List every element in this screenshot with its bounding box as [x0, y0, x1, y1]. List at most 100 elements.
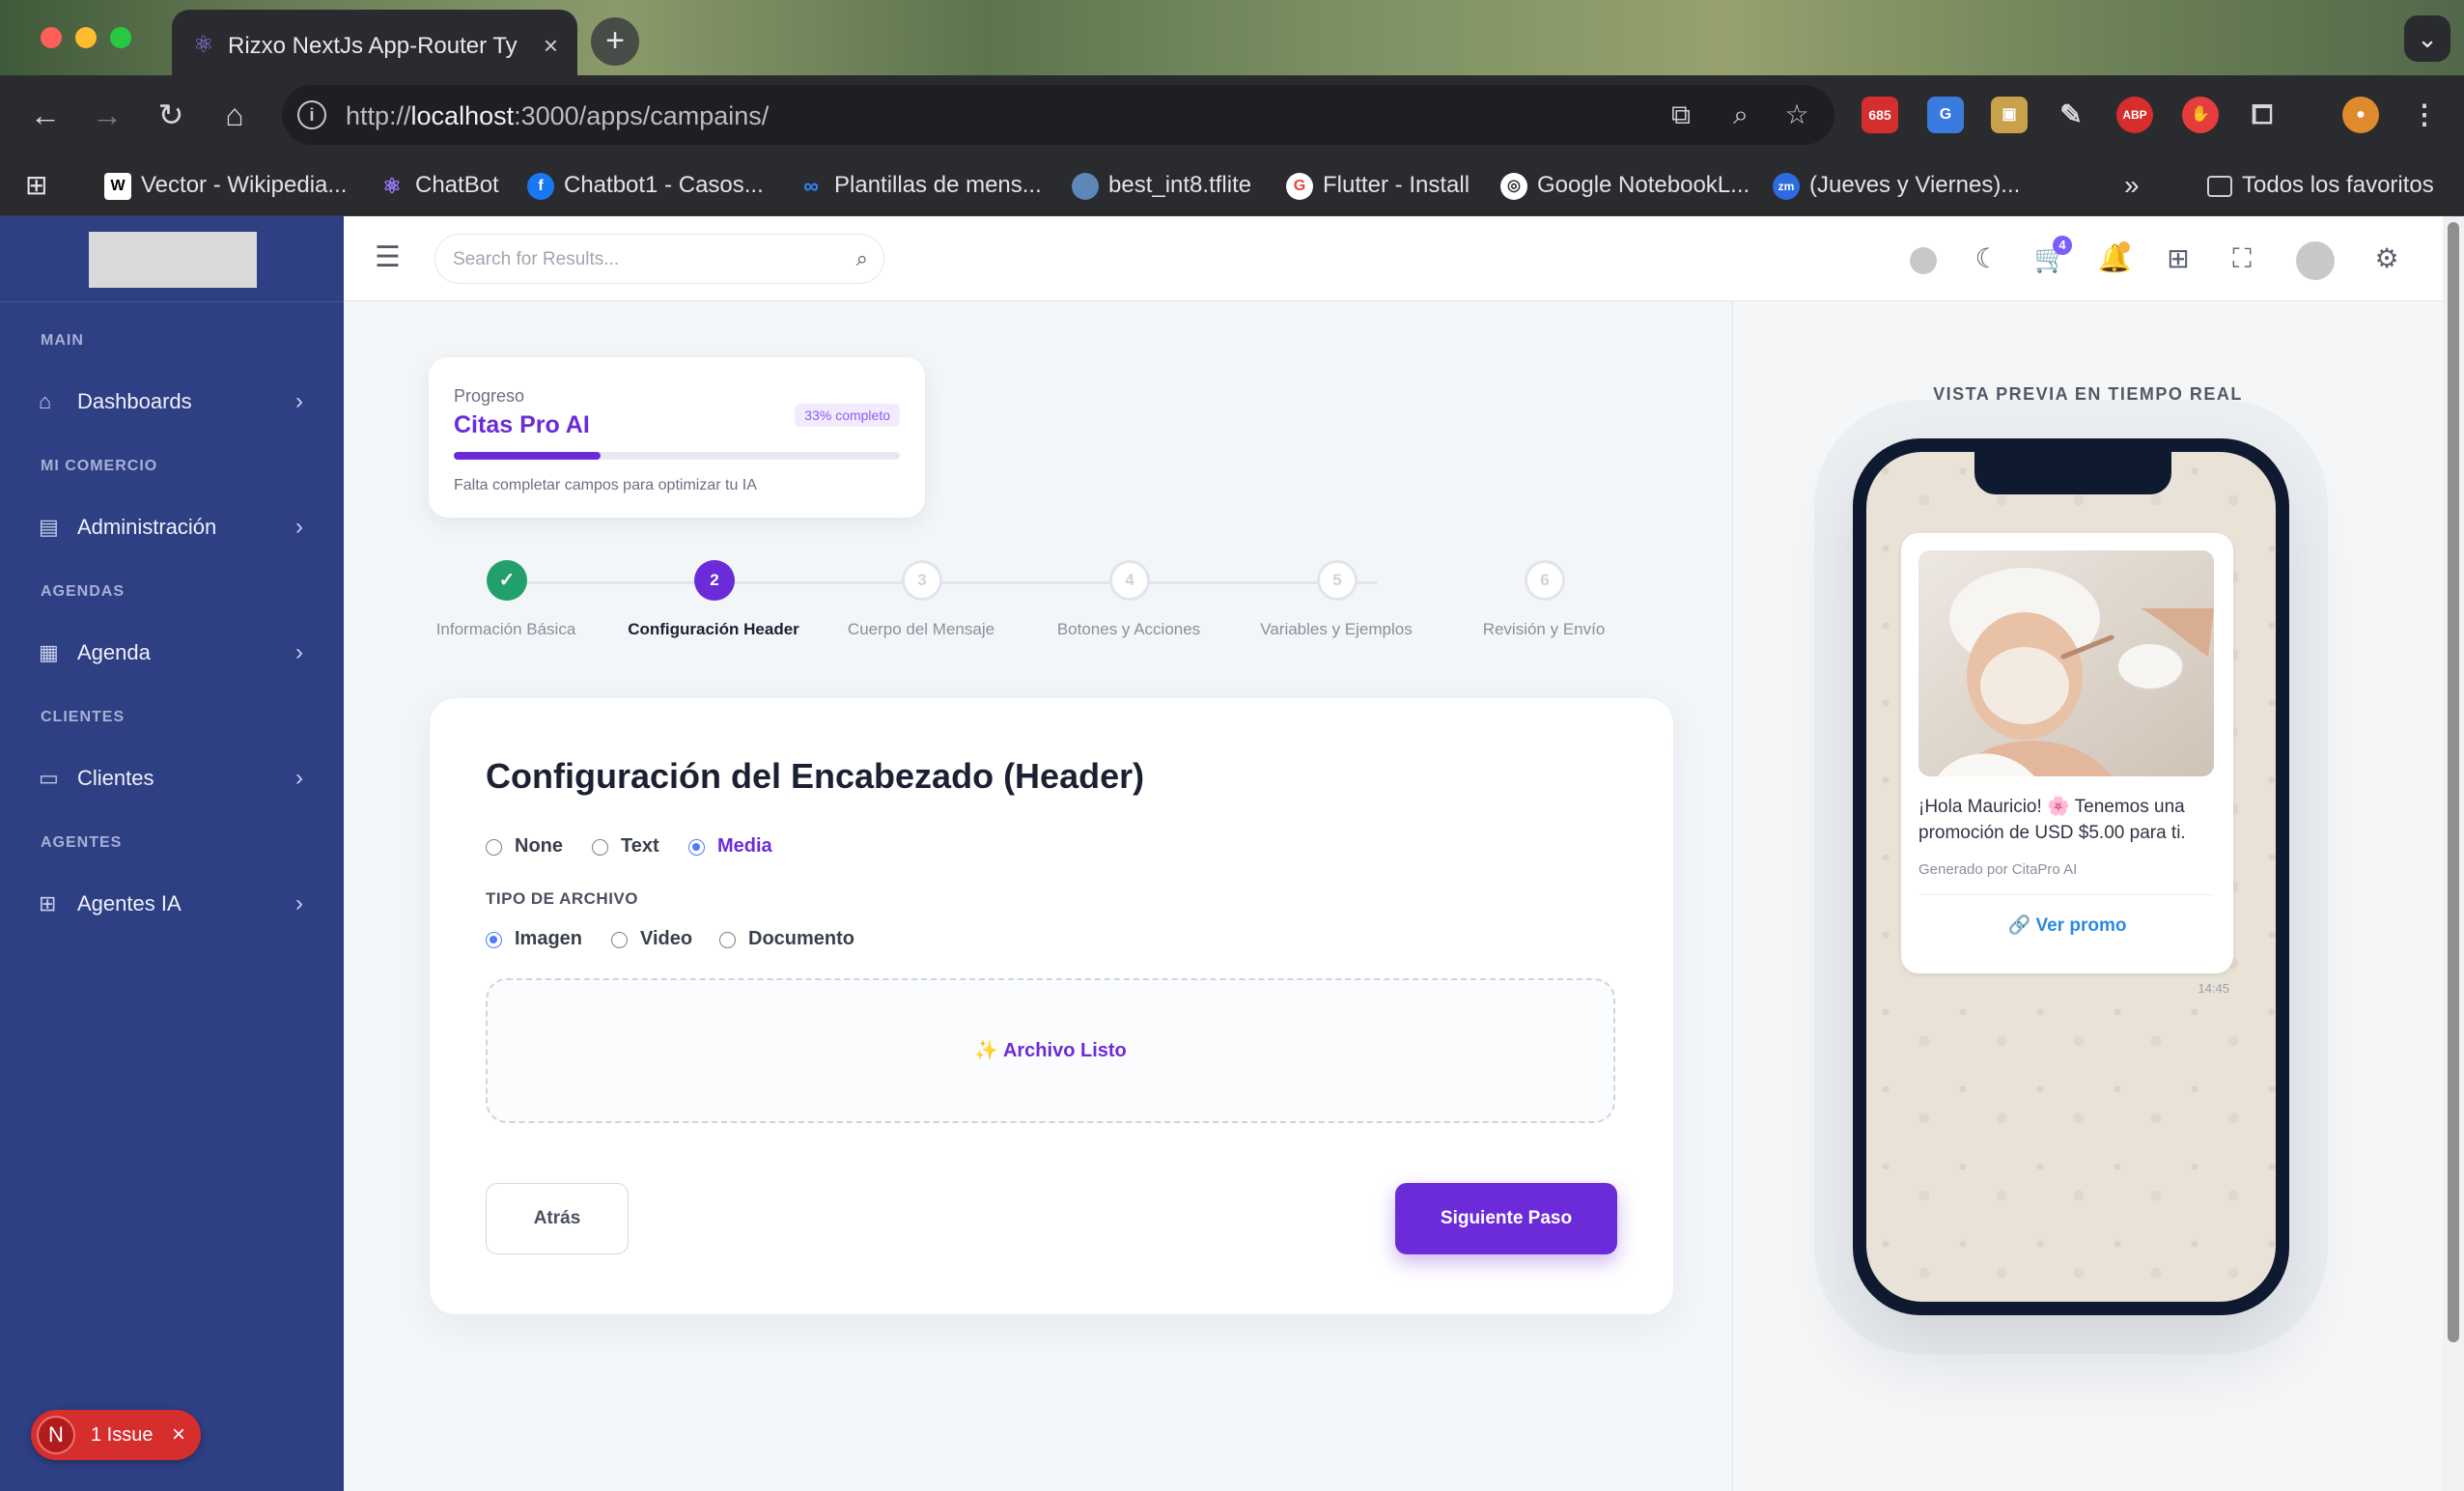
bookmark-notebooklm[interactable]: ◎ Google NotebookL... [1500, 170, 1750, 201]
notification-dot [2118, 241, 2130, 253]
cart-count-badge: 4 [2053, 236, 2072, 255]
file-icon: ▭ [39, 766, 59, 790]
facebook-icon: f [527, 172, 554, 200]
meta-icon: ∞ [803, 173, 819, 198]
file-dropzone[interactable]: ✨ Archivo Listo [486, 978, 1615, 1123]
cart-icon[interactable]: 🛒 4 [2031, 236, 2072, 278]
notebooklm-icon: ◎ [1500, 172, 1527, 200]
folder-icon [2207, 175, 2232, 197]
zoom-icon[interactable]: ⌕ [1724, 98, 1757, 131]
radio-label: None [515, 835, 563, 857]
preview-title: VISTA PREVIA EN TIEMPO REAL [1933, 384, 2243, 404]
step-label: Revisión y Envío [1482, 620, 1606, 638]
address-bar[interactable]: i http://localhost:3000/apps/campains/ ⧉… [282, 85, 1834, 145]
profile-avatar-icon[interactable]: ● [2342, 97, 2379, 133]
dark-mode-icon[interactable]: ☾ [1968, 239, 2006, 278]
sidebar-item-dashboards[interactable]: ⌂ Dashboards › [0, 377, 344, 429]
issues-badge[interactable]: N 1 Issue × [31, 1410, 201, 1460]
grid-icon: ⊞ [39, 891, 57, 915]
radio-label: Video [640, 928, 693, 949]
new-tab-button[interactable]: + [591, 17, 639, 66]
search-icon[interactable]: ⌕ [856, 246, 868, 271]
header-config-card: Configuración del Encabezado (Header) No… [429, 697, 1674, 1315]
sidebar-section-agentes: AGENTES [41, 834, 123, 851]
fullscreen-icon[interactable]: ⛶ [2223, 239, 2261, 278]
sidebar-item-clientes[interactable]: ▭ Clientes › [0, 753, 344, 805]
notification-bell-icon[interactable]: 🔔 [2095, 239, 2134, 278]
maximize-window-button[interactable] [110, 27, 131, 48]
app-logo[interactable] [89, 232, 257, 288]
image-extension-icon[interactable]: ▣ [1991, 97, 2028, 133]
browser-toolbar: ← → ↻ ⌂ i http://localhost:3000/apps/cam… [0, 75, 2464, 155]
sidebar-item-agentes-ia[interactable]: ⊞ Agentes IA › [0, 879, 344, 931]
close-window-button[interactable] [41, 27, 62, 48]
settings-gear-icon[interactable]: ⚙ [2367, 239, 2406, 278]
browser-menu-icon[interactable]: ⋮ [2406, 97, 2443, 133]
page-scrollbar[interactable] [2443, 216, 2464, 1491]
next-step-button[interactable]: Siguiente Paso [1395, 1183, 1617, 1254]
bookmark-plantillas[interactable]: ∞ Plantillas de mens... [798, 170, 1042, 201]
step-label: Información Básica [435, 620, 576, 638]
site-info-icon[interactable]: i [297, 100, 326, 129]
extensions-puzzle-icon[interactable]: ⧠ [2244, 97, 2281, 133]
close-icon[interactable]: × [172, 1421, 185, 1449]
file-type-label: TIPO DE ARCHIVO [486, 889, 638, 908]
cta-link-button[interactable]: 🔗 Ver promo [1901, 914, 2233, 937]
back-button[interactable]: Atrás [486, 1183, 629, 1254]
sidebar-item-label: Administración [77, 515, 217, 539]
more-bookmarks-icon[interactable]: » [2124, 170, 2140, 201]
home-icon[interactable]: ⌂ [214, 95, 255, 135]
step-number: 5 [1317, 560, 1358, 601]
translate-extension-icon[interactable]: G [1927, 97, 1964, 133]
chevron-right-icon: › [295, 388, 303, 414]
bookmark-flutter[interactable]: G Flutter - Install [1286, 170, 1470, 201]
sidebar-item-label: Agenda [77, 640, 151, 664]
sidebar-item-label: Agentes IA [77, 891, 182, 915]
close-tab-icon[interactable]: × [544, 31, 558, 61]
eyedropper-icon[interactable]: ✎ [2053, 97, 2089, 133]
back-icon[interactable]: ← [25, 95, 66, 135]
file-type-radio-group: Imagen Video Documento [486, 926, 968, 953]
bookmark-tflite[interactable]: best_int8.tflite [1072, 170, 1251, 201]
bookmark-zoom[interactable]: zm (Jueves y Viernes)... [1773, 170, 2020, 201]
sidebar: MAIN ⌂ Dashboards › MI COMERCIO ▤ Admini… [0, 216, 344, 1491]
search-input[interactable] [453, 246, 820, 273]
apps-grid-icon[interactable]: ⊞ [2159, 239, 2198, 278]
sidebar-item-administracion[interactable]: ▤ Administración › [0, 502, 344, 554]
bookmark-wikipedia[interactable]: W Vector - Wikipedia... [104, 170, 347, 201]
scrollbar-thumb[interactable] [2448, 222, 2459, 1342]
step-number: 6 [1525, 560, 1565, 601]
hand-extension-icon[interactable]: ✋ [2182, 97, 2219, 133]
tab-search-button[interactable]: ⌄ [2404, 15, 2450, 62]
radio-circle [719, 932, 736, 948]
url-text[interactable]: http://localhost:3000/apps/campains/ [346, 101, 769, 131]
apps-grid-icon[interactable]: ⊞ [25, 170, 47, 201]
adblock-icon[interactable]: ABP [2116, 97, 2153, 133]
all-favorites[interactable]: Todos los favoritos [2207, 170, 2434, 201]
bookmark-chatbot[interactable]: ⚛ ChatBot [378, 170, 499, 201]
forward-icon[interactable]: → [87, 95, 127, 135]
bookmark-star-icon[interactable]: ☆ [1780, 98, 1813, 131]
form-title: Configuración del Encabezado (Header) [486, 756, 1145, 796]
bubble-divider [1918, 894, 2214, 895]
menu-toggle-icon[interactable]: ☰ [375, 243, 404, 272]
sidebar-item-agenda[interactable]: ▦ Agenda › [0, 628, 344, 680]
reload-icon[interactable]: ↻ [151, 95, 191, 135]
issue-count: 1 Issue [91, 1424, 154, 1446]
translate-icon[interactable]: ⧉ [1665, 98, 1697, 131]
browser-tab[interactable]: ⚛ Rizxo NextJs App-Router Typ × [172, 10, 577, 75]
message-footer: Generado por CitaPro AI [1918, 861, 2078, 878]
phone-mockup: ¡Hola Mauricio! 🌸 Tenemos una promoción … [1853, 438, 2289, 1315]
header-image [1918, 550, 2214, 776]
bookmark-chatbot1[interactable]: f Chatbot1 - Casos... [527, 170, 764, 201]
google-icon: G [1286, 172, 1313, 200]
extension-badge-icon[interactable]: 685 [1862, 97, 1898, 133]
user-avatar[interactable] [2296, 239, 2335, 280]
chevron-right-icon: › [295, 890, 303, 916]
wikipedia-icon: W [104, 172, 131, 200]
minimize-window-button[interactable] [75, 27, 97, 48]
step-label: Variables y Ejemplos [1260, 620, 1413, 638]
step-number: 4 [1109, 560, 1150, 601]
live-preview-panel: VISTA PREVIA EN TIEMPO REAL ¡Hola Mauric… [1732, 301, 2443, 1491]
language-flag-icon[interactable] [1904, 239, 1943, 278]
